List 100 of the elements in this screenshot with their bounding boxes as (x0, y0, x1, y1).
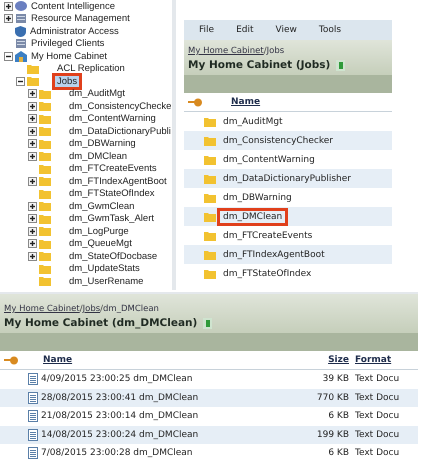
column-heading[interactable]: Size (300, 355, 352, 365)
folder-name: dm_FTCreateEvents (222, 230, 314, 242)
tree-item[interactable]: dm_LogPurge (67, 226, 131, 237)
folder-icon (39, 251, 51, 262)
list-row[interactable]: dm_ConsistencyChecker (184, 131, 392, 150)
folder-name: dm_DBWarning (222, 192, 293, 204)
folder-icon (39, 151, 51, 162)
breadcrumb-link[interactable]: My Home Cabinet (188, 46, 264, 56)
tree-item[interactable]: dm_DMClean (67, 150, 130, 162)
tree-item[interactable]: dm_FTStateOfIndex (67, 188, 157, 200)
menu-item[interactable]: Tools (318, 25, 342, 35)
folder-icon (39, 164, 51, 174)
server-icon (15, 13, 27, 24)
menu-item[interactable]: Edit (236, 25, 254, 35)
file-format: Text Docu (354, 430, 400, 440)
expand-icon[interactable] (28, 239, 37, 248)
tree-item[interactable]: dm_QueueMgt (67, 238, 134, 250)
expand-icon[interactable] (28, 152, 37, 161)
file-name: 7/08/2015 23:00:28 dm_DMClean (40, 448, 194, 458)
expand-icon[interactable] (28, 126, 37, 136)
folder-name: dm_FTIndexAgentBoot (222, 248, 326, 260)
tree-item[interactable]: dm_StateOfDocbase (67, 250, 160, 262)
breadcrumb-link[interactable]: Jobs (82, 304, 100, 314)
expand-icon[interactable] (28, 226, 37, 236)
expand-icon[interactable] (28, 214, 37, 224)
tree-item[interactable]: Jobs (55, 76, 80, 87)
folder-icon (39, 226, 51, 236)
folder-icon (204, 268, 216, 278)
folder-name: dm_DataDictionaryPublisher (222, 172, 352, 184)
file-format: Text Docu (354, 392, 400, 403)
collapse-icon[interactable] (16, 76, 25, 86)
file-size: 770 KB (316, 392, 350, 403)
document-icon (336, 60, 346, 70)
menu-item[interactable]: File (199, 25, 214, 35)
file-size: 199 KB (316, 430, 350, 440)
list-row[interactable]: dm_DataDictionaryPublisher (184, 169, 392, 188)
expand-icon[interactable] (28, 89, 37, 98)
list-row[interactable]: dm_FTIndexAgentBoot (184, 245, 392, 264)
folder-icon (39, 88, 51, 99)
breadcrumb-current: dm_DMClean (103, 304, 159, 314)
tree-item[interactable]: dm_AuditMgt (67, 88, 127, 100)
tree-item[interactable]: dm_ConsistencyChecke (67, 100, 172, 112)
expand-icon[interactable] (28, 176, 37, 186)
document-icon (203, 318, 212, 328)
expand-icon[interactable] (28, 252, 37, 261)
folder-icon (27, 64, 39, 74)
expand-icon[interactable] (28, 202, 37, 211)
tree-item[interactable]: Resource Management (29, 13, 132, 24)
folder-icon (204, 136, 216, 146)
breadcrumb-link[interactable]: My Home Cabinet (4, 304, 80, 314)
list-row[interactable]: dm_DMClean (184, 207, 392, 226)
column-heading[interactable]: Format (352, 355, 418, 365)
folder-icon (204, 192, 216, 202)
folder-icon (204, 230, 216, 240)
file-size: 6 KB (327, 411, 350, 422)
file-row[interactable]: 28/08/2015 23:00:41 dm_DMClean 770 KB Text Docu (0, 388, 418, 407)
folder-name: dm_ContentWarning (222, 154, 316, 166)
tree-item[interactable]: dm_GwmClean (67, 200, 136, 212)
folder-icon (39, 126, 51, 136)
file-name: 21/08/2015 23:00:14 dm_DMClean (40, 411, 200, 422)
text-file-icon (28, 447, 38, 460)
menu-item[interactable]: View (276, 25, 297, 35)
file-name: 28/08/2015 23:00:41 dm_DMClean (40, 392, 200, 403)
column-heading[interactable]: Name (228, 97, 392, 107)
collapse-icon[interactable] (4, 52, 13, 61)
folder-name: dm_DMClean (220, 210, 286, 222)
folder-icon (39, 188, 51, 199)
tree-item[interactable]: dm_GwmTask_Alert (67, 213, 156, 224)
column-heading[interactable]: Name (40, 355, 300, 365)
tree-item[interactable]: dm_ContentWarning (67, 113, 158, 124)
tree-item[interactable]: dm_DBWarning (67, 138, 138, 150)
expand-icon[interactable] (4, 2, 13, 11)
folder-icon (39, 276, 51, 286)
folder-icon (39, 176, 51, 186)
tree-item[interactable]: Privileged Clients (29, 38, 106, 50)
expand-icon[interactable] (28, 139, 37, 148)
tree-item[interactable]: dm_UserRename (67, 276, 146, 287)
tree-item[interactable]: My Home Cabinet (29, 50, 110, 62)
tree-item[interactable]: Content Intelligence (29, 0, 117, 12)
file-format: Text Docu (354, 411, 400, 422)
folder-title: My Home Cabinet (Jobs) (188, 59, 330, 71)
expand-icon[interactable] (28, 102, 37, 111)
tree-item[interactable]: dm_DataDictionaryPubli (67, 126, 172, 137)
tree-item[interactable]: dm_FTIndexAgentBoot (67, 176, 169, 187)
folder-name: dm_ConsistencyChecker (222, 134, 334, 146)
file-format: Text Docu (354, 374, 400, 384)
shield-icon (15, 26, 26, 37)
tree-item[interactable]: dm_UpdateStats (67, 263, 142, 274)
folder-icon (39, 114, 51, 124)
expand-icon[interactable] (28, 114, 37, 124)
text-file-icon (28, 428, 38, 441)
folder-icon (39, 264, 51, 274)
file-row[interactable]: 14/08/2015 23:00:24 dm_DMClean 199 KB Text Docu (0, 426, 418, 444)
expand-icon[interactable] (4, 14, 13, 24)
tree-item[interactable]: dm_FTCreateEvents (67, 163, 159, 174)
tree-item[interactable]: Administrator Access (28, 26, 121, 37)
folder-icon (27, 76, 39, 86)
tree-item[interactable]: ACL Replication (55, 63, 127, 74)
key-icon (188, 98, 202, 106)
breadcrumb-separator: / (264, 46, 267, 56)
